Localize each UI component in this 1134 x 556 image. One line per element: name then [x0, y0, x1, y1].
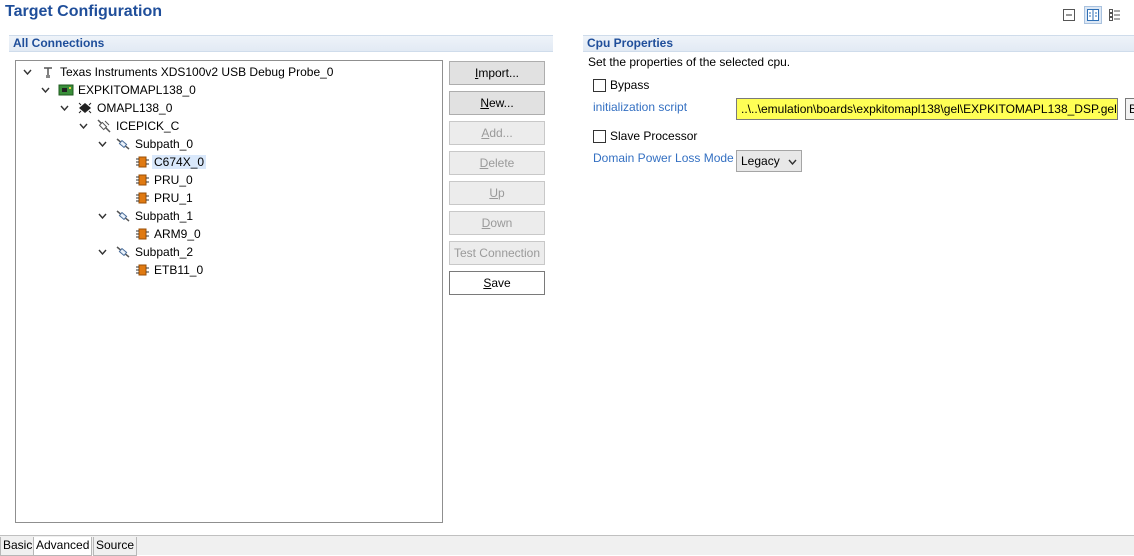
cpu-icon	[133, 190, 151, 206]
up-mnemonic: U	[489, 186, 498, 200]
cpu-icon	[133, 226, 151, 242]
tree-node-label: Texas Instruments XDS100v2 USB Debug Pro…	[60, 65, 334, 79]
slave-processor-row[interactable]: Slave Processor	[593, 129, 697, 143]
save-label: ave	[491, 276, 511, 290]
tree-node-label: Subpath_0	[135, 137, 194, 151]
chevron-down-icon[interactable]	[77, 120, 90, 133]
board-icon	[57, 82, 75, 98]
delete-label: elete	[488, 156, 515, 170]
cpu-properties-header: Cpu Properties	[583, 35, 1134, 52]
tree-node-board[interactable]: EXPKITOMAPL138_0	[39, 81, 198, 99]
bypass-row[interactable]: Bypass	[593, 78, 649, 92]
tab-basic[interactable]: Basic	[0, 537, 36, 556]
tree-node-label: ICEPICK_C	[116, 119, 180, 133]
all-connections-header: All Connections	[9, 35, 553, 52]
chevron-down-icon[interactable]	[39, 84, 52, 97]
tree-node-chip[interactable]: OMAPL138_0	[58, 99, 174, 117]
test-connection-button[interactable]: Test Connection	[449, 241, 545, 265]
init-script-label[interactable]: initialization script	[593, 100, 687, 114]
tree-node-subpath-2[interactable]: Subpath_2	[96, 243, 195, 261]
add-button[interactable]: Add...	[449, 121, 545, 145]
subpath-icon	[114, 136, 132, 152]
tree-node-cpu-etb11[interactable]: ETB11_0	[128, 261, 205, 279]
tree-node-label: ETB11_0	[154, 263, 204, 277]
tree-node-router[interactable]: ICEPICK_C	[77, 117, 181, 135]
delete-button[interactable]: Delete	[449, 151, 545, 175]
tree-node-cpu-arm9[interactable]: ARM9_0	[128, 225, 203, 243]
subpath-icon	[114, 244, 132, 260]
subpath-icon	[114, 208, 132, 224]
slave-processor-checkbox[interactable]	[593, 129, 606, 143]
tree-node-label: Subpath_2	[135, 245, 194, 259]
down-label: own	[490, 216, 513, 230]
cpu-icon	[133, 154, 151, 170]
connections-tree[interactable]: Texas Instruments XDS100v2 USB Debug Pro…	[15, 60, 443, 523]
tree-node-label: PRU_0	[154, 173, 193, 187]
router-icon	[95, 118, 113, 134]
tree-node-label: Subpath_1	[135, 209, 194, 223]
up-button[interactable]: Up	[449, 181, 545, 205]
tree-node-subpath-0[interactable]: Subpath_0	[96, 135, 195, 153]
bypass-checkbox[interactable]	[593, 78, 606, 92]
slave-processor-label: Slave Processor	[610, 129, 698, 143]
cpu-icon	[133, 172, 151, 188]
chevron-down-icon[interactable]	[21, 66, 34, 79]
tree-node-label: PRU_1	[154, 191, 193, 205]
tree-node-label: C674X_0	[152, 155, 207, 169]
chevron-down-icon[interactable]	[96, 138, 109, 151]
outline-icon[interactable]	[1106, 6, 1124, 24]
tree-node-cpu-c674x[interactable]: C674X_0	[128, 153, 207, 171]
domain-power-select[interactable]: Legacy	[736, 150, 802, 172]
editor-tabbar: Basic Advanced Source	[0, 535, 1134, 556]
tree-node-label: OMAPL138_0	[97, 101, 173, 115]
cpu-icon	[133, 262, 151, 278]
split-view-icon[interactable]	[1084, 6, 1102, 24]
chevron-down-icon[interactable]	[58, 102, 71, 115]
add-label: dd...	[489, 126, 513, 140]
tab-source[interactable]: Source	[93, 537, 138, 556]
tree-node-label: ARM9_0	[154, 227, 201, 241]
collapse-icon[interactable]	[1060, 6, 1078, 24]
chip-icon	[76, 100, 94, 116]
tree-node-label: EXPKITOMAPL138_0	[78, 83, 196, 97]
delete-mnemonic: D	[479, 156, 489, 170]
down-button[interactable]: Down	[449, 211, 545, 235]
tree-node-probe[interactable]: Texas Instruments XDS100v2 USB Debug Pro…	[21, 63, 335, 81]
bypass-label: Bypass	[610, 78, 650, 92]
tab-advanced[interactable]: Advanced	[33, 537, 93, 556]
import-label: mport...	[478, 66, 520, 80]
chevron-down-icon	[788, 154, 797, 168]
page-title: Target Configuration	[5, 3, 163, 20]
save-button[interactable]: Save	[449, 271, 545, 295]
tree-node-subpath-1[interactable]: Subpath_1	[96, 207, 195, 225]
import-button[interactable]: Import...	[449, 61, 545, 85]
domain-power-label: Domain Power Loss Mode	[593, 151, 734, 165]
init-script-field[interactable]: ..\..\emulation\boards\expkitomapl138\ge…	[736, 98, 1118, 120]
chevron-down-icon[interactable]	[96, 246, 109, 259]
cpu-properties-description: Set the properties of the selected cpu.	[588, 55, 791, 69]
probe-icon	[39, 64, 57, 80]
tree-node-cpu-pru0[interactable]: PRU_0	[128, 171, 195, 189]
new-mnemonic: N	[480, 96, 489, 110]
up-label: p	[497, 186, 505, 200]
new-label: ew...	[488, 96, 514, 110]
browse-button[interactable]: B	[1125, 98, 1134, 120]
chevron-down-icon[interactable]	[96, 210, 109, 223]
tree-node-cpu-pru1[interactable]: PRU_1	[128, 189, 195, 207]
new-button[interactable]: New...	[449, 91, 545, 115]
domain-power-value: Legacy	[741, 154, 780, 168]
